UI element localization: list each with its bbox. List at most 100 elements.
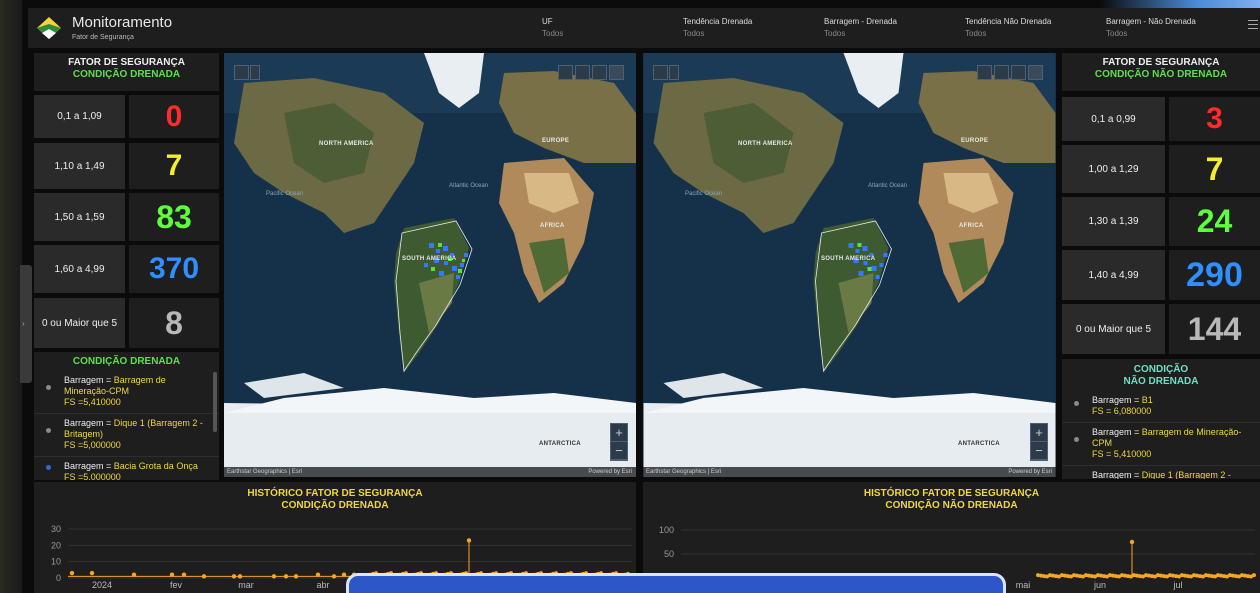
layers-icon[interactable] [1011,65,1026,80]
app-subtitle: Fator de Segurança [72,34,134,41]
right-range-4: 1,40 a 4,99 [1062,250,1165,300]
y-tick-label: 10 [51,557,61,567]
list-icon[interactable] [575,65,590,80]
video-overlay-banner [346,573,1006,593]
filter-barragem-nao-drenada[interactable]: Barragem - Não Drenada Todos [1106,17,1196,38]
list-item-prefix: Barragem = [64,418,114,428]
filter-barragem-drenada[interactable]: Barragem - Drenada Todos [824,17,897,38]
left-count-2: 7 [129,143,219,189]
bullet-icon [1074,437,1079,442]
filter-tendencia-drenada[interactable]: Tendência Drenada Todos [683,17,752,38]
list-scrollbar[interactable] [213,372,217,432]
list-item-fs: FS =5,000000 [64,440,121,450]
map-dropdown-button[interactable] [669,65,679,80]
list-item[interactable]: Barragem = Dique 1 (Barragem 2 - [1062,466,1260,479]
map-legend-button[interactable] [653,65,668,80]
y-tick-label: 100 [659,525,674,535]
filter-tendencia-nao-drenada[interactable]: Tendência Não Drenada Todos [965,17,1051,38]
y-tick-label: 50 [664,549,674,559]
left-range-5: 0 ou Maior que 5 [34,298,125,348]
filter-value: Todos [824,29,846,38]
label-south-america: SOUTH AMERICA [402,256,457,262]
layers-icon[interactable] [592,65,607,80]
label-antarctica: ANTARCTICA [958,441,1000,447]
left-range-2: 1,10 a 1,49 [34,143,125,189]
list-item[interactable]: Barragem = Dique 1 (Barragem 2 -Britagem… [34,414,219,457]
basemap-icon[interactable] [1028,65,1043,80]
bullet-icon [46,465,51,470]
label-north-america: NORTH AMERICA [319,141,374,147]
home-icon[interactable] [977,65,992,80]
label-europe: EUROPE [542,138,570,144]
bullet-icon [46,428,51,433]
label-pacific: Pacific Ocean [685,191,723,197]
powered-by-link[interactable]: Powered by Esri [588,467,632,477]
list-item[interactable]: Barragem = Barragem de Mineração-CPM FS … [34,371,219,414]
left-indicator-title: FATOR DE SEGURANÇA CONDIÇÃO DRENADA [34,53,219,91]
data-point [89,570,95,576]
basemap-icon[interactable] [609,65,624,80]
powered-by-link[interactable]: Powered by Esri [1008,467,1052,477]
hamburger-menu-icon[interactable] [1248,20,1258,30]
list-item[interactable]: Barragem = B1 FS = 6,080000 [1062,391,1260,423]
right-count-4: 290 [1169,250,1260,300]
map-dropdown-button[interactable] [250,65,260,80]
side-panel-toggle[interactable]: › [20,265,32,383]
map-nao-drenada[interactable]: NORTH AMERICA EUROPE SOUTH AMERICA AFRIC… [643,53,1056,477]
left-count-1: 0 [129,95,219,138]
left-range-1: 0,1 a 1,09 [34,95,125,138]
y-tick-label: 0 [56,573,61,583]
dam-markers [395,220,473,373]
zoom-out-button[interactable]: − [1031,442,1047,460]
y-tick-label: 30 [51,524,61,534]
zoom-in-button[interactable]: + [611,424,627,442]
left-title-line1: FATOR DE SEGURANÇA [68,57,185,68]
list-item[interactable]: Barragem = Bacia Grota da Onça FS =5,000… [34,457,219,480]
filter-uf[interactable]: UF Todos [542,17,563,38]
list-item-prefix: Barragem = [1092,470,1142,479]
left-list-title: CONDIÇÃO DRENADA [72,356,181,367]
list-item-fs: FS = 5,410000 [1092,449,1152,459]
list-item-prefix: Barragem = [64,375,114,385]
zoom-control: + − [1030,423,1048,461]
filter-label: Barragem - Não Drenada [1106,17,1196,26]
list-item[interactable]: Barragem = Barragem de Mineração-CPM FS … [1062,423,1260,466]
zoom-in-button[interactable]: + [1031,424,1047,442]
right-condition-list: CONDIÇÃO NÃO DRENADA Barragem = B1 FS = … [1062,359,1260,479]
right-indicator-title: FATOR DE SEGURANÇA CONDIÇÃO NÃO DRENADA [1062,53,1260,91]
attribution-text: Earthstar Geographics | Esri [646,469,722,475]
filter-label: Tendência Drenada [683,17,753,26]
bullet-icon [1074,401,1079,406]
map-attribution: Earthstar Geographics | Esri Powered by … [224,467,636,477]
x-tick-label: mar [238,580,254,590]
bullet-icon [46,385,51,390]
home-icon[interactable] [558,65,573,80]
left-count-3: 83 [129,193,219,241]
filter-label: Barragem - Drenada [824,17,897,26]
zoom-out-button[interactable]: − [611,442,627,460]
filter-label: UF [542,17,553,26]
label-pacific: Pacific Ocean [266,191,304,197]
label-europe: EUROPE [961,138,989,144]
app-logo-icon [37,17,61,39]
x-tick-label: fev [170,580,183,590]
right-count-3: 24 [1169,197,1260,246]
list-item-prefix: Barragem = [1092,427,1142,437]
x-tick-label: jun [1093,580,1106,590]
map-legend-button[interactable] [234,65,249,80]
list-item-name: B1 [1141,395,1153,405]
header-bar: Monitoramento Fator de Segurança UF Todo… [28,8,1260,48]
left-range-3: 1,50 a 1,59 [34,193,125,241]
list-item-prefix: Barragem = [1092,395,1142,405]
left-count-5: 8 [129,298,219,348]
list-icon[interactable] [994,65,1009,80]
filter-value: Todos [542,29,564,38]
data-point [1129,539,1135,545]
x-tick-label: 2024 [92,580,112,590]
right-title-line2: CONDIÇÃO NÃO DRENADA [1094,69,1228,80]
right-range-1: 0,1 a 0,99 [1062,97,1165,141]
x-tick-label: mai [1016,580,1031,590]
data-point [466,538,472,543]
zoom-control: + − [610,423,628,461]
map-drenada[interactable]: NORTH AMERICA EUROPE SOUTH AMERICA AFRIC… [224,53,636,477]
